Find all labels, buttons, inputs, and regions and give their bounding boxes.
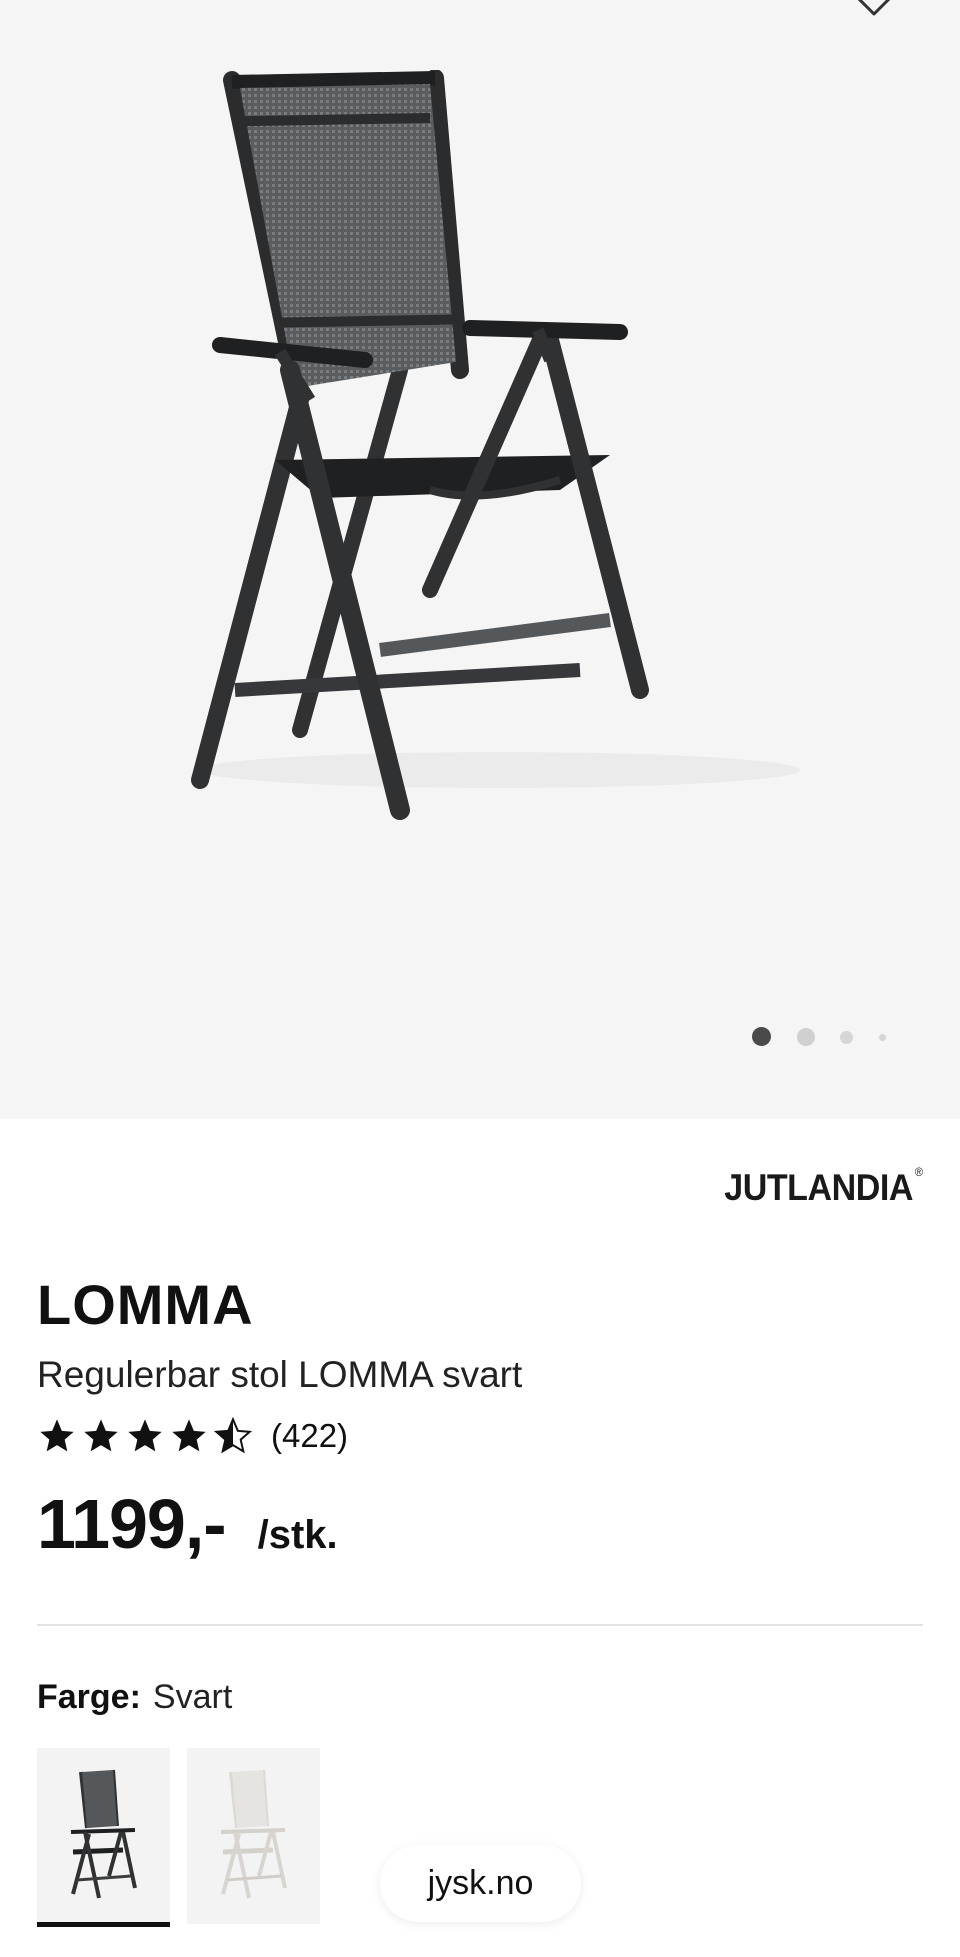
product-page: JUTLANDIA ® LOMMA Regulerbar stol LOMMA s… (0, 0, 960, 1957)
registered-mark: ® (915, 1165, 923, 1179)
color-label: Farge: (37, 1678, 141, 1716)
product-image-gallery[interactable] (0, 0, 960, 1119)
product-image (191, 70, 800, 820)
product-rating[interactable]: (422) (37, 1414, 348, 1458)
brand-name: JUTLANDIA (724, 1167, 914, 1208)
page-dot-active[interactable] (752, 1027, 771, 1046)
color-swatch-white[interactable] (187, 1748, 320, 1924)
star-icon (40, 1419, 74, 1452)
rating-stars (37, 1416, 253, 1456)
product-title: LOMMA (37, 1273, 254, 1336)
swatch-image (70, 1769, 137, 1899)
star-half-icon (213, 1416, 253, 1454)
price-amount: 1199,- (37, 1485, 227, 1563)
color-swatch-black[interactable] (37, 1748, 170, 1927)
page-dot[interactable] (879, 1034, 886, 1041)
color-selector-label: Farge: Svart (37, 1678, 232, 1717)
color-value: Svart (152, 1678, 233, 1716)
divider (37, 1624, 923, 1626)
heart-icon[interactable] (852, 0, 896, 18)
product-subtitle: Regulerbar stol LOMMA svart (37, 1354, 523, 1395)
selected-indicator (37, 1922, 170, 1927)
star-icon (128, 1419, 162, 1452)
price: 1199,- /stk. (37, 1484, 338, 1564)
page-dot[interactable] (797, 1028, 815, 1046)
url-pill[interactable]: jysk.no (380, 1845, 581, 1922)
star-icon (172, 1419, 206, 1452)
star-icon (84, 1419, 118, 1452)
swatch-image (220, 1769, 287, 1899)
brand-logo[interactable]: JUTLANDIA ® (724, 1165, 924, 1209)
rating-count: (422) (271, 1417, 349, 1454)
page-dot[interactable] (840, 1031, 853, 1044)
page-indicator[interactable] (0, 1026, 960, 1046)
price-unit: /stk. (257, 1513, 338, 1557)
